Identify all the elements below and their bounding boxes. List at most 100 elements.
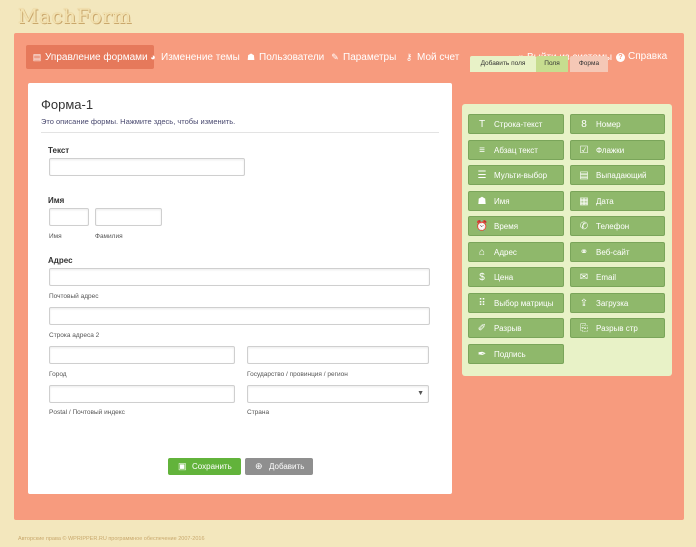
save-icon: ▣ <box>178 461 187 471</box>
street-input[interactable] <box>49 268 430 286</box>
add-fields-panel: T Строка-текст 8 Номер ≡ Абзац текст ☑ Флажки ☰ М… <box>462 104 672 376</box>
matrix-icon: ⠿ <box>478 297 486 309</box>
country-select[interactable]: ▼ <box>247 385 429 403</box>
wrench-icon: ✎ <box>331 52 339 62</box>
tab-fields[interactable]: Поля <box>536 56 568 72</box>
break-icon: ✐ <box>477 323 487 334</box>
add-field-paragraph-button[interactable]: ≡ Абзац текст <box>468 139 564 160</box>
add-field-list-button[interactable]: ☰ Мульти-выбор <box>468 165 564 185</box>
nav-label: Мой счет <box>417 52 460 63</box>
forms-icon: ▤ <box>32 52 42 62</box>
nav-help[interactable]: ? Справка <box>610 45 673 69</box>
help-icon: ? <box>616 53 625 62</box>
nav-label: Параметры <box>343 52 397 63</box>
add-button[interactable]: ⊕ Добавить <box>245 458 313 475</box>
field-button-label: Разрыв <box>494 324 522 333</box>
last-name-input[interactable] <box>95 208 162 226</box>
plus-circle-icon: ⊕ <box>255 461 263 471</box>
field-button-label: Номер <box>596 120 621 129</box>
add-field-signature-button[interactable]: ✒ Подпись <box>468 343 564 364</box>
phone-icon: ✆ <box>579 221 589 232</box>
add-label: Добавить <box>269 462 305 471</box>
field-button-label: Имя <box>494 196 510 206</box>
nav-settings[interactable]: ✎ Параметры <box>324 45 402 69</box>
nav-my-account[interactable]: ⚷ Мой счет <box>398 45 465 69</box>
form-description[interactable]: Это описание формы. Нажмите здесь, чтобы… <box>41 117 235 126</box>
field-button-label: Email <box>596 273 617 282</box>
address-field-label: Адрес <box>48 256 73 265</box>
field-button-label: Подпись <box>494 349 526 359</box>
text-input[interactable] <box>49 158 245 176</box>
divider <box>41 132 439 133</box>
add-field-user-button[interactable]: ☗ Имя <box>468 190 564 211</box>
add-field-email-button[interactable]: ✉ Email <box>570 267 665 287</box>
field-button-label: Адрес <box>494 247 517 257</box>
text-icon: T <box>478 119 486 130</box>
last-name-sublabel: Фамилия <box>95 233 123 240</box>
nav-label: Пользователи <box>259 52 325 63</box>
user-icon: ☗ <box>246 52 256 62</box>
field-button-label: Загрузка <box>596 298 629 308</box>
add-field-matrix-button[interactable]: ⠿ Выбор матрицы <box>468 292 564 313</box>
form-editor-panel: Форма-1 Это описание формы. Нажмите здес… <box>28 83 452 494</box>
country-sublabel: Страна <box>247 409 270 416</box>
address-line2-input[interactable] <box>49 307 430 325</box>
nav-label: Изменение темы <box>161 52 240 63</box>
add-field-calendar-button[interactable]: ▦ Дата <box>570 190 665 211</box>
first-name-input[interactable] <box>49 208 89 226</box>
add-field-link-button[interactable]: ⚭ Веб-сайт <box>570 241 665 262</box>
street-sublabel: Почтовый адрес <box>49 293 99 300</box>
dropdown-icon: ▤ <box>579 170 589 181</box>
form-title[interactable]: Форма-1 <box>41 97 93 112</box>
link-icon: ⚭ <box>579 246 589 258</box>
list-icon: ☰ <box>477 170 487 181</box>
zip-input[interactable] <box>49 385 235 403</box>
add-field-dropdown-button[interactable]: ▤ Выпадающий <box>570 165 665 185</box>
nav-edit-theme[interactable]: ◕ Изменение темы <box>142 45 246 69</box>
add-field-upload-button[interactable]: ⇪ Загрузка <box>570 292 665 313</box>
number-icon: 8 <box>581 119 587 130</box>
save-label: Сохранить <box>192 462 232 471</box>
footer-copyright: Авторские права © WPRIPPER.RU программно… <box>18 536 205 542</box>
key-icon: ⚷ <box>405 52 413 62</box>
save-button[interactable]: ▣ Сохранить <box>168 458 241 475</box>
tab-form[interactable]: Форма <box>570 56 608 72</box>
field-button-label: Мульти-выбор <box>494 171 548 180</box>
add-field-clock-button[interactable]: ⏰ Время <box>468 216 564 236</box>
checkbox-icon: ☑ <box>579 144 589 156</box>
home-icon: ⌂ <box>478 246 486 258</box>
city-sublabel: Город <box>49 371 67 378</box>
nav-users[interactable]: ☗ Пользователи <box>240 45 330 69</box>
add-field-pagebreak-button[interactable]: ⎘ Разрыв стр <box>570 318 665 338</box>
add-field-price-button[interactable]: $ Цена <box>468 267 564 287</box>
address-line2-sublabel: Строка адреса 2 <box>49 332 100 339</box>
field-button-label: Время <box>494 222 519 231</box>
field-button-label: Выпадающий <box>596 171 647 180</box>
nav-label: Справка <box>628 51 668 62</box>
field-button-label: Строка-текст <box>494 120 543 129</box>
pagebreak-icon: ⎘ <box>580 323 588 334</box>
nav-label: Управление формами <box>45 52 148 63</box>
add-field-checkbox-button[interactable]: ☑ Флажки <box>570 139 665 160</box>
clock-icon: ⏰ <box>475 221 489 232</box>
field-button-label: Флажки <box>596 145 625 155</box>
user-icon: ☗ <box>477 195 487 207</box>
first-name-sublabel: Имя <box>49 233 62 240</box>
tab-add-fields[interactable]: Добавить поля <box>470 56 536 72</box>
city-input[interactable] <box>49 346 235 364</box>
field-button-label: Цена <box>494 273 514 282</box>
state-sublabel: Государство / провинция / регион <box>247 371 348 378</box>
paragraph-icon: ≡ <box>479 144 485 156</box>
add-field-phone-button[interactable]: ✆ Телефон <box>570 216 665 236</box>
email-icon: ✉ <box>579 272 589 283</box>
app-logo: MachForm <box>18 4 132 28</box>
chevron-down-icon: ▼ <box>417 390 424 397</box>
field-button-label: Абзац текст <box>494 145 538 155</box>
add-field-home-button[interactable]: ⌂ Адрес <box>468 241 564 262</box>
add-field-number-button[interactable]: 8 Номер <box>570 114 665 134</box>
nav-manage-forms[interactable]: ▤ Управление формами <box>26 45 154 69</box>
add-field-break-button[interactable]: ✐ Разрыв <box>468 318 564 338</box>
name-field-label: Имя <box>48 196 65 205</box>
state-input[interactable] <box>247 346 429 364</box>
add-field-text-button[interactable]: T Строка-текст <box>468 114 564 134</box>
